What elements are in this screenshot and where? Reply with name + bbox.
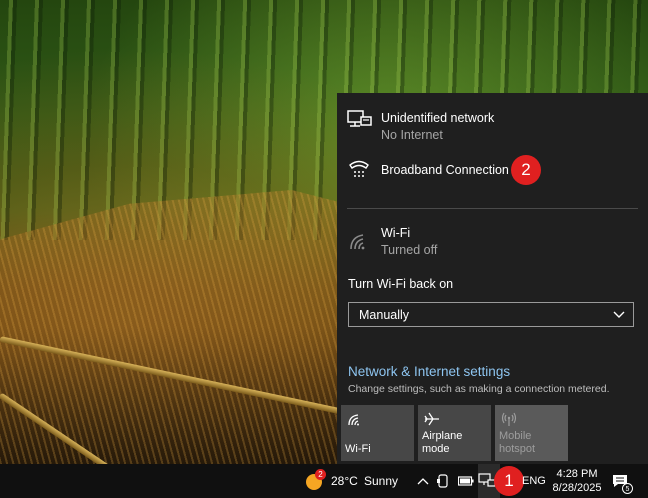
clock-date: 8/28/2025 — [552, 482, 602, 494]
annotation-badge-2: 2 — [511, 155, 541, 185]
network-item-wifi[interactable]: Wi-Fi Turned off — [337, 221, 648, 261]
turn-wifi-on-label: Turn Wi-Fi back on — [348, 277, 454, 291]
tile-label: Mobile hotspot — [499, 430, 536, 455]
quick-action-airplane-mode[interactable]: Airplane mode — [418, 405, 491, 461]
device-icon — [437, 474, 448, 488]
clock-time: 4:28 PM — [556, 468, 598, 480]
weather-alert-badge: 2 — [315, 469, 326, 480]
notification-count-badge: 5 — [622, 483, 633, 494]
network-flyout: Unidentified network No Internet Broadba… — [337, 93, 648, 464]
wifi-turn-on-dropdown[interactable]: Manually — [348, 302, 634, 327]
network-item-unidentified[interactable]: Unidentified network No Internet — [337, 105, 648, 145]
dialup-phone-icon — [349, 160, 369, 177]
wifi-icon — [348, 414, 359, 426]
hotspot-icon — [501, 412, 517, 426]
network-settings-link[interactable]: Network & Internet settings — [348, 364, 510, 379]
divider — [347, 208, 638, 209]
input-language-indicator[interactable]: ENG — [522, 464, 546, 498]
network-settings-description: Change settings, such as making a connec… — [348, 383, 610, 395]
network-name: Unidentified network — [381, 111, 495, 125]
dropdown-value: Manually — [359, 308, 410, 322]
battery-icon — [458, 476, 474, 486]
annotation-badge-1: 1 — [494, 466, 524, 496]
show-hidden-icons-button[interactable] — [417, 464, 429, 498]
taskbar: 2 28°C Sunny 1 ENG 4:28 PM 8/28/2025 5 — [0, 464, 648, 498]
quick-action-mobile-hotspot[interactable]: Mobile hotspot — [495, 405, 568, 461]
network-name: Broadband Connection — [381, 163, 509, 177]
tray-device-icon[interactable] — [437, 464, 449, 498]
network-status: Turned off — [381, 243, 438, 257]
chevron-up-icon — [417, 478, 429, 485]
network-status: No Internet — [381, 128, 443, 142]
airplane-icon — [424, 412, 439, 426]
battery-tray-icon[interactable] — [458, 464, 474, 498]
clock[interactable]: 4:28 PM 8/28/2025 — [552, 467, 602, 495]
tile-label: Airplane mode — [422, 430, 463, 455]
ethernet-monitor-icon — [347, 110, 372, 127]
weather-condition[interactable]: Sunny — [364, 464, 398, 498]
chevron-down-icon — [613, 311, 625, 318]
tile-label: Wi-Fi — [345, 443, 371, 455]
quick-action-wifi[interactable]: Wi-Fi — [341, 405, 414, 461]
wifi-off-icon — [350, 234, 365, 250]
network-item-broadband[interactable]: Broadband Connection — [337, 153, 648, 187]
weather-temperature[interactable]: 28°C — [331, 464, 358, 498]
network-name: Wi-Fi — [381, 226, 411, 240]
